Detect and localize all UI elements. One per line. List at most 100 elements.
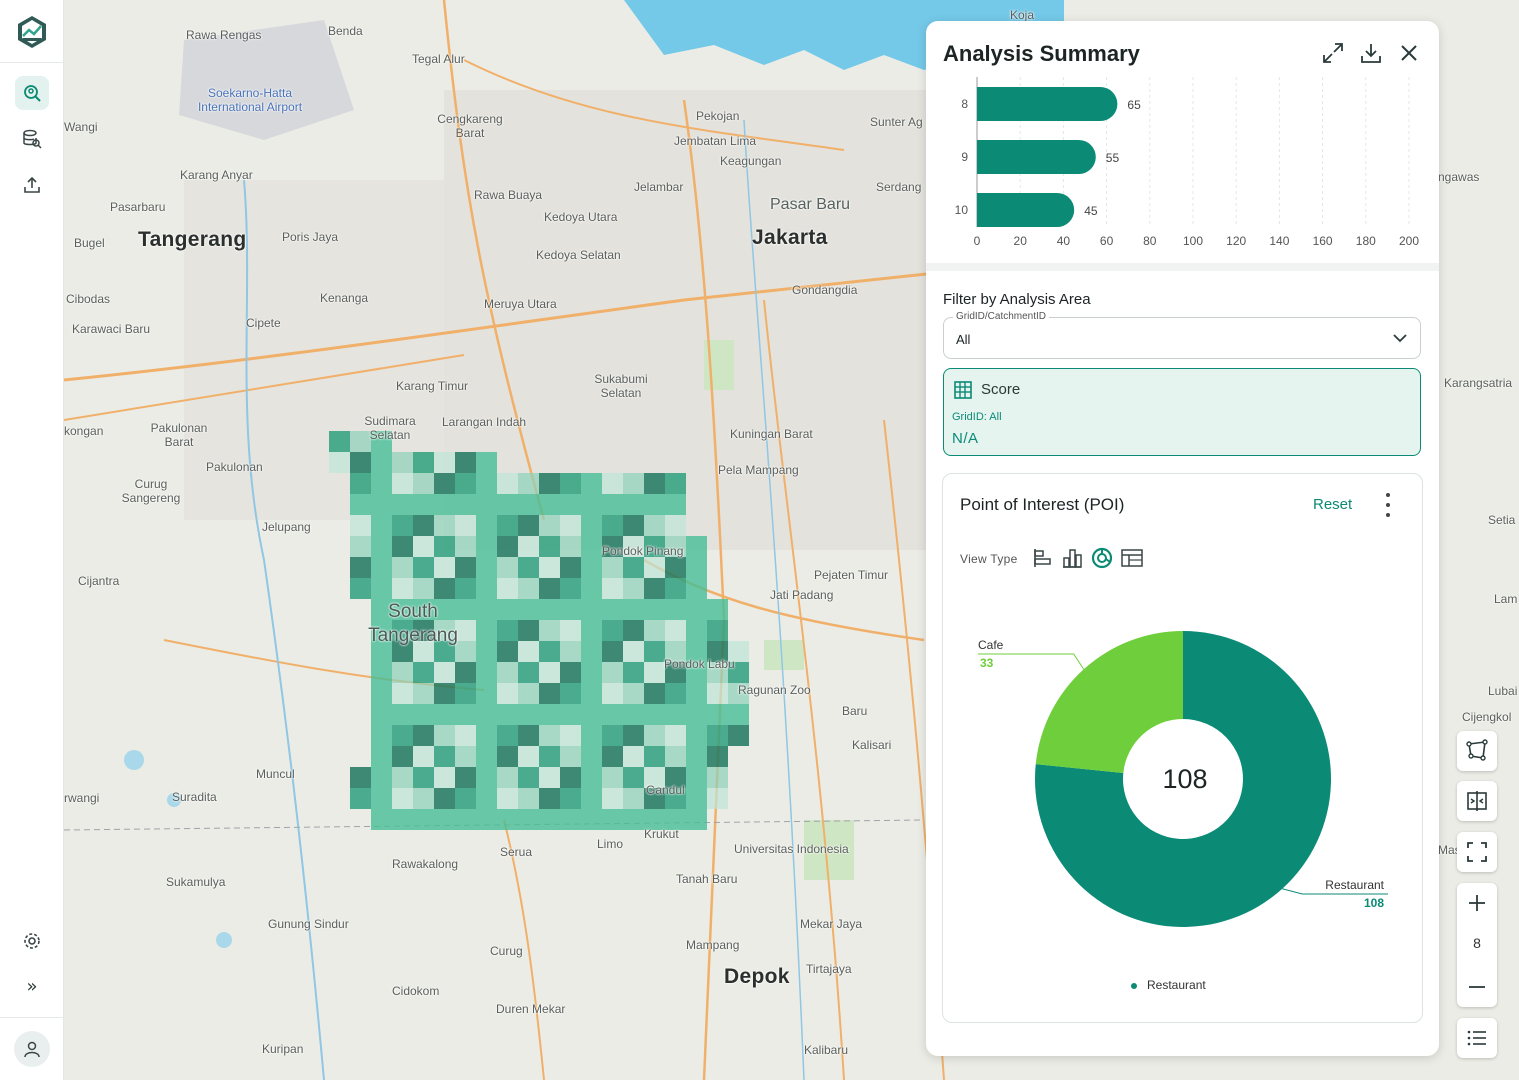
grid-cell[interactable] (644, 599, 665, 620)
bar[interactable] (977, 193, 1075, 227)
grid-cell[interactable] (497, 725, 518, 746)
grid-cell[interactable] (413, 557, 434, 578)
grid-cell[interactable] (665, 704, 686, 725)
grid-cell[interactable] (623, 515, 644, 536)
grid-cell[interactable] (476, 788, 497, 809)
grid-cell[interactable] (371, 536, 392, 557)
grid-cell[interactable] (581, 620, 602, 641)
grid-cell[interactable] (371, 515, 392, 536)
grid-cell[interactable] (665, 746, 686, 767)
grid-cell[interactable] (476, 809, 497, 830)
grid-cell[interactable] (476, 683, 497, 704)
grid-cell[interactable] (371, 557, 392, 578)
grid-cell[interactable] (413, 662, 434, 683)
grid-cell[interactable] (476, 767, 497, 788)
grid-cell[interactable] (371, 788, 392, 809)
grid-cell[interactable] (539, 641, 560, 662)
grid-cell[interactable] (518, 599, 539, 620)
grid-cell[interactable] (581, 683, 602, 704)
grid-cell[interactable] (434, 725, 455, 746)
grid-cell[interactable] (686, 767, 707, 788)
zoom-out-button[interactable] (1457, 967, 1497, 1007)
grid-cell[interactable] (455, 809, 476, 830)
bar[interactable] (977, 87, 1118, 121)
grid-cell[interactable] (455, 788, 476, 809)
grid-cell[interactable] (539, 494, 560, 515)
grid-cell[interactable] (497, 494, 518, 515)
grid-cell[interactable] (686, 809, 707, 830)
grid-cell[interactable] (413, 809, 434, 830)
grid-cell[interactable] (350, 578, 371, 599)
expand-panel-button[interactable] (1320, 40, 1346, 66)
grid-cell[interactable] (539, 557, 560, 578)
grid-cell[interactable] (392, 788, 413, 809)
grid-cell[interactable] (602, 746, 623, 767)
grid-cell[interactable] (707, 746, 728, 767)
grid-cell[interactable] (476, 704, 497, 725)
grid-cell[interactable] (518, 683, 539, 704)
grid-cell[interactable] (581, 809, 602, 830)
grid-cell[interactable] (455, 536, 476, 557)
grid-cell[interactable] (644, 704, 665, 725)
grid-cell[interactable] (455, 578, 476, 599)
grid-cell[interactable] (413, 536, 434, 557)
view-table-button[interactable] (1120, 546, 1144, 570)
grid-cell[interactable] (518, 809, 539, 830)
grid-cell[interactable] (497, 473, 518, 494)
grid-cell[interactable] (560, 788, 581, 809)
grid-cell[interactable] (518, 725, 539, 746)
grid-cell[interactable] (665, 494, 686, 515)
grid-cell[interactable] (518, 620, 539, 641)
grid-cell[interactable] (539, 704, 560, 725)
grid-cell[interactable] (644, 494, 665, 515)
grid-cell[interactable] (560, 746, 581, 767)
grid-cell[interactable] (686, 725, 707, 746)
grid-cell[interactable] (644, 515, 665, 536)
grid-cell[interactable] (602, 578, 623, 599)
grid-cell[interactable] (350, 494, 371, 515)
reset-button[interactable]: Reset (1313, 496, 1352, 513)
grid-cell[interactable] (560, 620, 581, 641)
grid-cell[interactable] (371, 683, 392, 704)
grid-cell[interactable] (455, 620, 476, 641)
grid-cell[interactable] (581, 494, 602, 515)
grid-cell[interactable] (413, 788, 434, 809)
grid-cell[interactable] (434, 452, 455, 473)
grid-cell[interactable] (350, 473, 371, 494)
sidebar-item-datasets[interactable] (15, 122, 49, 156)
score-card[interactable]: Score GridID: All N/A (943, 368, 1421, 456)
grid-cell[interactable] (392, 704, 413, 725)
grid-cell[interactable] (707, 620, 728, 641)
grid-cell[interactable] (560, 683, 581, 704)
grid-cell[interactable] (350, 557, 371, 578)
grid-cell[interactable] (644, 662, 665, 683)
grid-cell[interactable] (476, 641, 497, 662)
grid-cell[interactable] (602, 557, 623, 578)
grid-cell[interactable] (539, 767, 560, 788)
grid-cell[interactable] (518, 767, 539, 788)
grid-cell[interactable] (518, 473, 539, 494)
grid-catchment-select[interactable]: GridID/CatchmentID All (943, 311, 1421, 359)
grid-cell[interactable] (623, 767, 644, 788)
grid-cell[interactable] (623, 473, 644, 494)
grid-cell[interactable] (539, 536, 560, 557)
grid-cell[interactable] (581, 704, 602, 725)
grid-cell[interactable] (539, 746, 560, 767)
draw-polygon-button[interactable] (1457, 731, 1497, 771)
grid-cell[interactable] (560, 662, 581, 683)
grid-cell[interactable] (413, 725, 434, 746)
grid-cell[interactable] (581, 515, 602, 536)
grid-cell[interactable] (455, 683, 476, 704)
grid-cell[interactable] (476, 494, 497, 515)
grid-cell[interactable] (413, 683, 434, 704)
grid-cell[interactable] (455, 494, 476, 515)
grid-cell[interactable] (539, 725, 560, 746)
grid-cell[interactable] (644, 746, 665, 767)
grid-cell[interactable] (350, 767, 371, 788)
grid-cell[interactable] (602, 494, 623, 515)
grid-cell[interactable] (707, 725, 728, 746)
grid-cell[interactable] (371, 473, 392, 494)
grid-cell[interactable] (476, 662, 497, 683)
grid-cell[interactable] (518, 515, 539, 536)
grid-cell[interactable] (392, 557, 413, 578)
